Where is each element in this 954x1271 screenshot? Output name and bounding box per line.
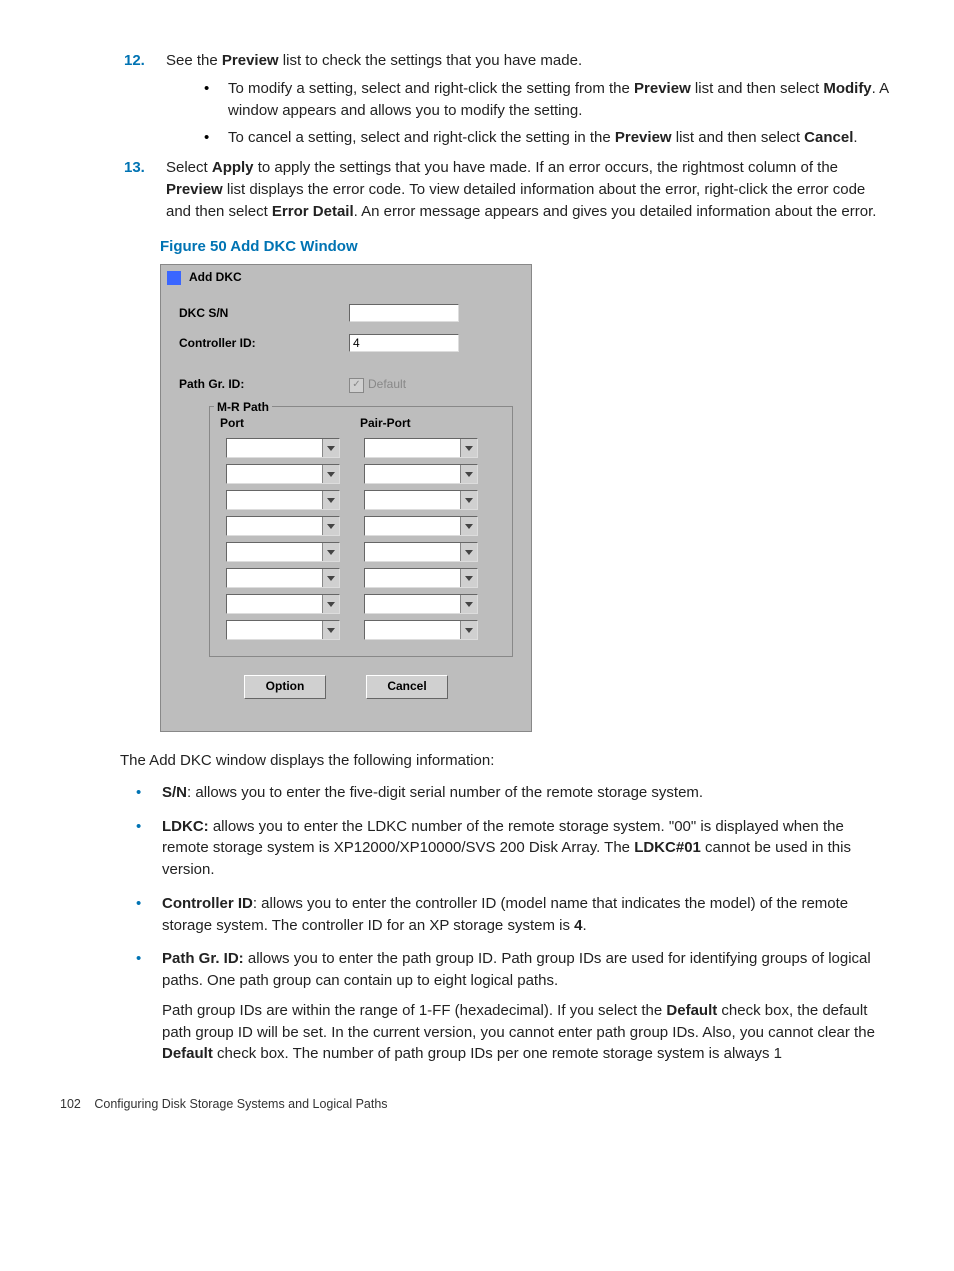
pair-port-select[interactable] [364,620,478,640]
path-row [220,438,502,458]
path-row [220,542,502,562]
default-checkbox[interactable]: ✓ [349,378,364,393]
dkc-sn-input[interactable] [349,304,459,322]
pair-port-select[interactable] [364,438,478,458]
step-number: 12. [124,50,145,72]
figure-caption: Figure 50 Add DKC Window [160,236,894,258]
chevron-down-icon [460,543,477,561]
path-row [220,568,502,588]
def-sn: S/N: allows you to enter the five-digit … [130,782,894,804]
pair-port-select[interactable] [364,594,478,614]
port-select[interactable] [226,490,340,510]
step-13: 13. Select Apply to apply the settings t… [124,157,894,222]
def-ldkc: LDKC: allows you to enter the LDKC numbe… [130,816,894,881]
pair-port-select[interactable] [364,490,478,510]
add-dkc-window: Add DKC DKC S/N Controller ID: Path Gr. … [160,264,532,732]
port-select[interactable] [226,542,340,562]
chevron-down-icon [460,569,477,587]
pair-port-select[interactable] [364,568,478,588]
chevron-down-icon [460,595,477,613]
col-pair-port-header: Pair-Port [360,415,480,432]
pair-port-select[interactable] [364,542,478,562]
def-controller-id: Controller ID: allows you to enter the c… [130,893,894,937]
path-row [220,594,502,614]
port-select[interactable] [226,568,340,588]
cancel-button[interactable]: Cancel [366,675,448,699]
window-titlebar: Add DKC [161,265,531,290]
controller-id-input[interactable] [349,334,459,352]
port-select[interactable] [226,594,340,614]
default-checkbox-label: Default [368,376,406,393]
pair-port-select[interactable] [364,464,478,484]
window-title: Add DKC [189,269,242,286]
window-icon [167,271,181,285]
port-select[interactable] [226,464,340,484]
pair-port-select[interactable] [364,516,478,536]
controller-id-label: Controller ID: [179,335,349,352]
def-path-gr-id: Path Gr. ID: allows you to enter the pat… [130,948,894,1065]
chevron-down-icon [322,569,339,587]
intro-paragraph: The Add DKC window displays the followin… [120,750,894,772]
step-number: 13. [124,157,145,179]
port-select[interactable] [226,438,340,458]
chevron-down-icon [322,517,339,535]
path-row [220,620,502,640]
page-number: 102 [60,1097,81,1111]
port-select[interactable] [226,516,340,536]
chevron-down-icon [322,595,339,613]
chevron-down-icon [322,439,339,457]
dkc-sn-label: DKC S/N [179,305,349,322]
step-12: 12. See the Preview list to check the se… [124,50,894,149]
def-path-gr-id-extra: Path group IDs are within the range of 1… [162,1000,894,1065]
chevron-down-icon [460,465,477,483]
chevron-down-icon [460,491,477,509]
path-row [220,464,502,484]
step-text: Select Apply to apply the settings that … [166,159,876,220]
chevron-down-icon [322,491,339,509]
page-footer: 102 Configuring Disk Storage Systems and… [60,1095,894,1113]
mr-path-group: M-R Path Port Pair-Port [209,406,513,657]
port-select[interactable] [226,620,340,640]
chevron-down-icon [460,439,477,457]
option-button[interactable]: Option [244,675,326,699]
footer-section-title: Configuring Disk Storage Systems and Log… [94,1097,387,1111]
chevron-down-icon [460,517,477,535]
path-row [220,490,502,510]
substep: To cancel a setting, select and right-cl… [198,127,894,149]
path-row [220,516,502,536]
mr-path-legend: M-R Path [214,399,272,416]
chevron-down-icon [322,543,339,561]
path-gr-id-label: Path Gr. ID: [179,376,349,393]
chevron-down-icon [322,465,339,483]
step-text: See the Preview list to check the settin… [166,52,582,69]
col-port-header: Port [220,415,360,432]
chevron-down-icon [322,621,339,639]
chevron-down-icon [460,621,477,639]
substep: To modify a setting, select and right-cl… [198,78,894,122]
